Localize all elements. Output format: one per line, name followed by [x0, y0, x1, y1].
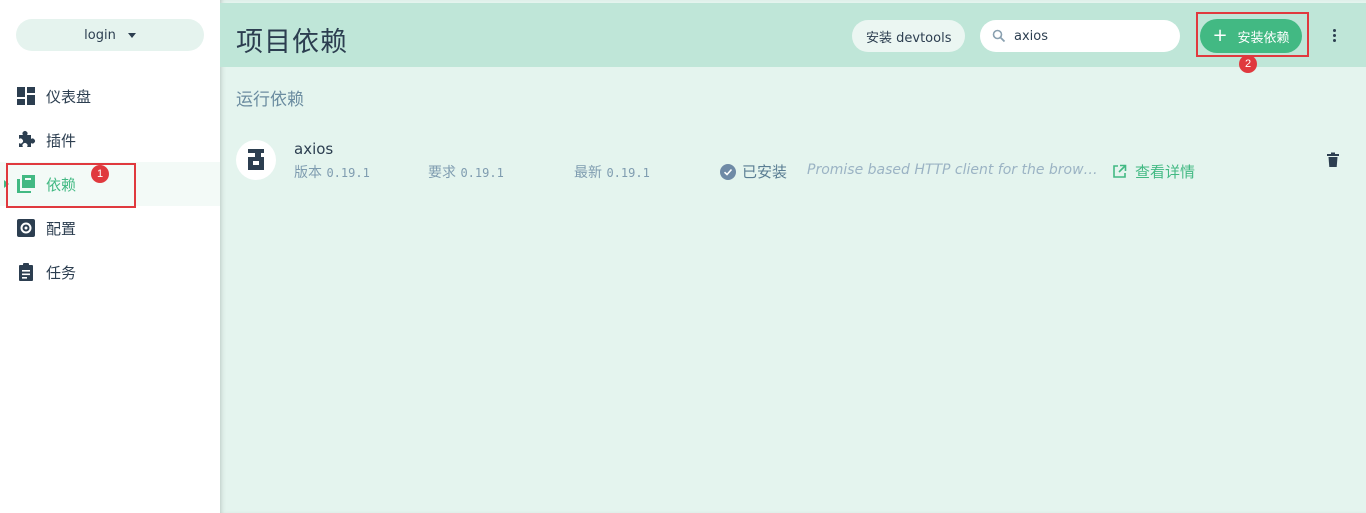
- dependency-latest: 最新 0.19.1: [574, 162, 650, 182]
- version-value: 0.19.1: [326, 166, 370, 180]
- puzzle-icon: [16, 130, 36, 150]
- dashboard-icon: [16, 86, 36, 106]
- dependency-name: axios: [294, 140, 334, 158]
- highlight-box-2: [1196, 12, 1309, 57]
- annotation-badge-2: 2: [1239, 55, 1257, 73]
- installed-status: 已安装: [720, 161, 787, 182]
- search-box: [980, 20, 1180, 52]
- sidebar-item-tasks[interactable]: 任务: [0, 250, 220, 294]
- dot: [1332, 33, 1336, 37]
- project-selector[interactable]: login: [16, 19, 204, 51]
- sidebar-item-label: 插件: [46, 131, 77, 150]
- sidebar-item-dashboard[interactable]: 仪表盘: [0, 74, 220, 118]
- sidebar-item-label: 配置: [46, 219, 77, 238]
- sidebar-item-label: 任务: [46, 263, 77, 282]
- project-name: login: [84, 27, 116, 43]
- dependency-version: 版本 0.19.1: [294, 162, 370, 182]
- version-label: 版本: [294, 165, 322, 181]
- clipboard-icon: [16, 262, 36, 282]
- dependency-required: 要求 0.19.1: [428, 162, 504, 182]
- view-details-link[interactable]: 查看详情: [1112, 161, 1195, 182]
- latest-value: 0.19.1: [606, 166, 650, 180]
- search-icon: [992, 29, 1006, 43]
- sidebar-item-label: 仪表盘: [46, 87, 92, 106]
- more-options-button[interactable]: [1324, 25, 1344, 45]
- sidebar-item-plugins[interactable]: 插件: [0, 118, 220, 162]
- status-text: 已安装: [742, 163, 788, 181]
- main-content: 项目依赖 安装 devtools + 安装依赖 运行依赖: [220, 0, 1366, 513]
- external-link-icon: [1113, 164, 1127, 178]
- package-logo-icon: [236, 140, 276, 180]
- latest-label: 最新: [574, 165, 602, 181]
- required-label: 要求: [428, 165, 456, 181]
- annotation-badge-1: 1: [91, 165, 109, 183]
- delete-icon[interactable]: [1326, 152, 1340, 168]
- sidebar-item-configuration[interactable]: 配置: [0, 206, 220, 250]
- dot: [1332, 28, 1336, 32]
- caret-down-icon: [127, 32, 136, 38]
- dependency-row: axios 版本 0.19.1 要求 0.19.1 最新 0.19.1 已安装 …: [220, 128, 1366, 192]
- install-devtools-button[interactable]: 安装 devtools: [852, 20, 966, 52]
- dependency-description: Promise based HTTP client for the browse…: [807, 162, 1103, 178]
- app-window: login 仪表盘 插件 依赖 配置 任务 项目依赖 安装 devtools a…: [0, 0, 1366, 513]
- required-value: 0.19.1: [460, 166, 504, 180]
- view-details-label: 查看详情: [1135, 163, 1196, 181]
- search-input[interactable]: [1014, 28, 1174, 44]
- highlight-box-1: [6, 163, 136, 208]
- dot: [1332, 38, 1336, 42]
- page-title: 项目依赖: [236, 27, 348, 58]
- gear-icon: [16, 218, 36, 238]
- header-bar: 项目依赖 安装 devtools + 安装依赖: [220, 3, 1366, 67]
- section-title: 运行依赖: [236, 90, 304, 110]
- sidebar: login 仪表盘 插件 依赖 配置 任务: [0, 0, 220, 513]
- check-circle-icon: [720, 163, 736, 180]
